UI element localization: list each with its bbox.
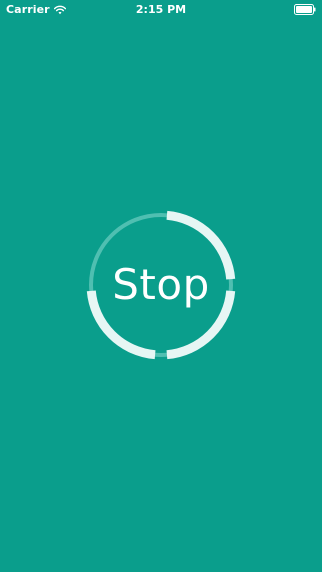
status-time: 2:15 PM [135,3,187,16]
stop-label: Stop [112,260,210,309]
battery-full-icon [294,4,316,15]
status-bar: Carrier 2:15 PM [0,0,322,20]
stop-button[interactable]: Stop [85,209,237,361]
